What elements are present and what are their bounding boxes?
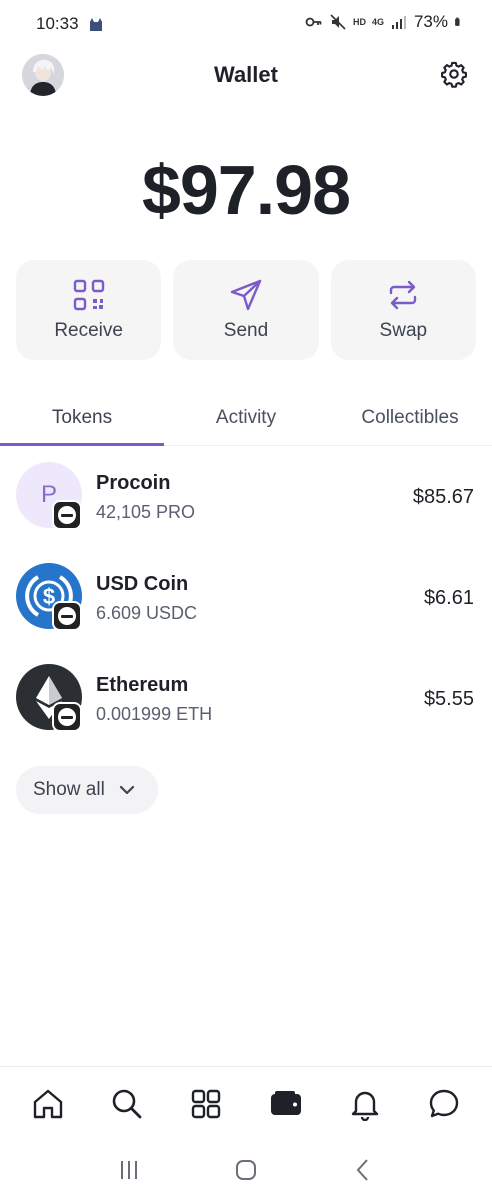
token-name: Ethereum xyxy=(96,674,189,696)
cat-app-icon xyxy=(90,18,102,31)
tab-bar: Tokens Activity Collectibles xyxy=(0,390,492,446)
network-type: 4G xyxy=(371,17,384,27)
header: Wallet xyxy=(0,50,492,102)
show-all-label: Show all xyxy=(33,779,105,800)
tab-tokens[interactable]: Tokens xyxy=(0,390,164,445)
network-badge-icon xyxy=(52,500,82,530)
battery-percent: 73% xyxy=(413,12,448,31)
status-bar: 10:33 HD 4G 73% xyxy=(0,0,492,52)
send-label: Send xyxy=(223,320,269,341)
chat-icon xyxy=(430,1089,459,1117)
token-name: USD Coin xyxy=(96,573,189,595)
nav-home[interactable] xyxy=(28,1084,68,1124)
battery-icon xyxy=(455,17,460,26)
settings-button[interactable] xyxy=(440,60,468,88)
token-row-usd-coin[interactable]: $ USD Coin 6.609 USDC $6.61 xyxy=(0,557,492,658)
bottom-nav xyxy=(0,1066,492,1140)
receive-label: Receive xyxy=(54,320,123,341)
apps-grid-icon xyxy=(192,1089,221,1118)
swap-label: Swap xyxy=(379,320,428,341)
search-icon xyxy=(112,1089,142,1118)
chevron-down-icon xyxy=(119,785,134,795)
nav-messages[interactable] xyxy=(424,1084,464,1124)
tab-tokens-label: Tokens xyxy=(51,406,113,428)
token-row-procoin[interactable]: P Procoin 42,105 PRO $85.67 xyxy=(0,456,492,557)
back-chevron-icon xyxy=(356,1159,369,1181)
token-amount: 42,105 PRO xyxy=(96,502,196,522)
mute-icon xyxy=(330,14,346,30)
token-value: $85.67 xyxy=(412,486,474,508)
status-time: 10:33 xyxy=(36,14,79,33)
action-buttons: Receive Send Swap xyxy=(16,260,476,360)
token-value: $6.61 xyxy=(423,587,474,609)
home-icon xyxy=(33,1089,62,1118)
token-name: Procoin xyxy=(96,472,171,494)
home-system-button[interactable] xyxy=(231,1155,261,1185)
token-list: P Procoin 42,105 PRO $85.67 $ USD Coin 6… xyxy=(0,456,492,759)
send-icon xyxy=(230,279,262,311)
token-amount: 6.609 USDC xyxy=(96,603,198,623)
tab-collectibles[interactable]: Collectibles xyxy=(328,390,492,445)
recent-apps-icon xyxy=(120,1161,137,1179)
home-square-icon xyxy=(235,1160,256,1180)
token-row-ethereum[interactable]: Ethereum 0.001999 ETH $5.55 xyxy=(0,658,492,759)
show-all-button[interactable]: Show all xyxy=(16,766,158,814)
nav-notifications[interactable] xyxy=(345,1084,385,1124)
tab-collectibles-label: Collectibles xyxy=(361,406,459,428)
gear-icon xyxy=(441,61,467,88)
system-nav-bar xyxy=(0,1140,492,1200)
bell-icon xyxy=(351,1091,379,1121)
token-value: $5.55 xyxy=(423,688,474,710)
hd-indicator: HD xyxy=(352,17,366,27)
tab-activity-label: Activity xyxy=(215,406,277,428)
status-icons: HD 4G 73% xyxy=(305,12,464,32)
nav-apps[interactable] xyxy=(186,1084,226,1124)
nav-search[interactable] xyxy=(107,1084,147,1124)
recent-apps-button[interactable] xyxy=(114,1155,144,1185)
active-tab-indicator xyxy=(0,443,164,446)
key-icon xyxy=(305,17,322,27)
qr-code-icon xyxy=(73,279,104,311)
swap-button[interactable]: Swap xyxy=(330,260,476,360)
signal-icon xyxy=(391,16,406,29)
tab-activity[interactable]: Activity xyxy=(164,390,328,445)
token-amount: 0.001999 ETH xyxy=(96,704,213,724)
send-button[interactable]: Send xyxy=(173,260,319,360)
total-balance: $97.98 xyxy=(141,151,351,229)
network-badge-icon xyxy=(52,702,82,732)
network-badge-icon xyxy=(52,601,82,631)
receive-button[interactable]: Receive xyxy=(16,260,162,360)
page-title: Wallet xyxy=(214,62,278,87)
nav-wallet[interactable] xyxy=(266,1084,306,1124)
swap-icon xyxy=(390,280,417,310)
back-button[interactable] xyxy=(348,1155,378,1185)
wallet-icon xyxy=(270,1090,301,1115)
